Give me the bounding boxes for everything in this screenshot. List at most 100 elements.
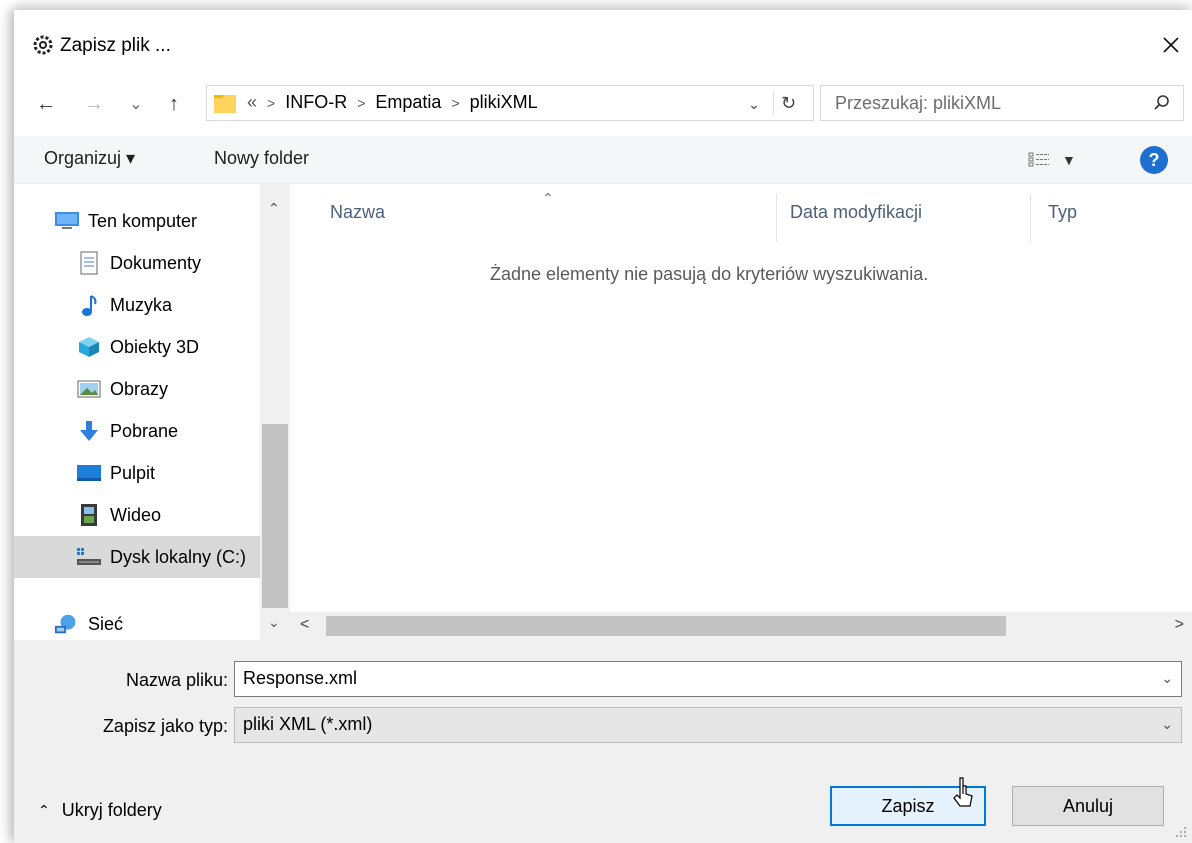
sidebar-item-label: Dokumenty [110, 252, 202, 273]
scroll-up-icon[interactable]: ⌃ [268, 200, 280, 217]
address-dropdown-button[interactable]: ⌄ [739, 92, 769, 116]
recent-locations-button[interactable]: ⌄ [122, 90, 150, 118]
sidebar-item-local-disk[interactable]: Dysk lokalny (C:) [14, 536, 260, 578]
chevron-down-icon: ⌄ [748, 95, 760, 112]
sidebar-item-label: Sieć [88, 613, 124, 634]
save-options-panel: Nazwa pliku: Response.xml ⌄ Zapisz jako … [14, 640, 1192, 843]
up-arrow-icon: ↑ [169, 92, 179, 115]
resize-grip-icon[interactable] [1174, 825, 1188, 839]
title-bar: Zapisz plik ... [14, 10, 1192, 76]
refresh-button[interactable]: ↻ [773, 91, 803, 115]
dialog-title: Zapisz plik ... [60, 35, 171, 56]
sidebar-item-music[interactable]: Muzyka [14, 284, 260, 326]
scroll-down-icon[interactable]: ⌄ [268, 614, 280, 631]
view-details-icon [1028, 152, 1049, 167]
sidebar-item-label: Obrazy [110, 378, 169, 399]
filename-label: Nazwa pliku: [125, 670, 228, 690]
search-placeholder: Przeszukaj: plikiXML [835, 93, 1002, 113]
search-input[interactable]: Przeszukaj: plikiXML [820, 85, 1184, 121]
sidebar-item-label: Muzyka [110, 294, 173, 315]
filetype-label: Zapisz jako typ: [102, 716, 228, 736]
sidebar-item-videos[interactable]: Wideo [14, 494, 260, 536]
column-header-type[interactable]: Typ [1048, 202, 1077, 223]
breadcrumb-separator-icon: > [357, 94, 366, 111]
column-divider[interactable] [776, 194, 777, 242]
organize-button[interactable]: Organizuj ▾ [44, 148, 135, 169]
chevron-up-icon: ⌃ [38, 802, 50, 818]
chevron-down-icon: ⌄ [129, 96, 143, 113]
sidebar-item-label: Wideo [110, 504, 162, 525]
sidebar-item-network[interactable]: Sieć [14, 608, 260, 640]
chevron-down-icon[interactable]: ⌄ [1161, 670, 1173, 687]
sidebar-item-downloads[interactable]: Pobrane [14, 410, 260, 452]
breadcrumb-info-r[interactable]: INFO-R [285, 92, 347, 113]
breadcrumb-empatia[interactable]: Empatia [375, 92, 441, 113]
sidebar-item-label: Ten komputer [88, 210, 198, 231]
sidebar-vertical-scrollbar[interactable]: ⌃ ⌄ [260, 184, 290, 640]
help-button[interactable]: ? [1140, 146, 1168, 174]
hide-folders-button[interactable]: ⌃ Ukryj foldery [38, 800, 162, 821]
breadcrumb: « > INFO-R > Empatia > plikiXML [247, 92, 538, 113]
scrollbar-thumb[interactable] [326, 616, 1006, 636]
search-icon[interactable] [1151, 92, 1173, 114]
change-view-button[interactable]: ▼ [1028, 148, 1094, 172]
help-icon: ? [1148, 149, 1160, 170]
sidebar-item-label: Dysk lokalny (C:) [110, 546, 247, 567]
save-file-dialog: Zapisz plik ... ← → ⌄ ↑ « > INFO-R > Emp… [14, 10, 1192, 843]
sidebar-item-label: Pobrane [110, 420, 179, 441]
command-toolbar: Organizuj ▾ Nowy folder ▼ ? [14, 136, 1192, 184]
forward-button[interactable]: → [80, 90, 108, 118]
empty-results-message: Żadne elementy nie pasują do kryteriów w… [490, 264, 929, 284]
column-header-date-modified[interactable]: Data modyfikacji [790, 202, 922, 223]
address-bar[interactable]: « > INFO-R > Empatia > plikiXML ⌄ ↻ [206, 85, 814, 121]
refresh-icon: ↻ [780, 92, 797, 113]
filename-field[interactable]: Response.xml ⌄ [234, 661, 1182, 697]
navigation-pane: Ten komputer Dokumenty Muzyka Obiekty 3D… [14, 184, 290, 640]
close-icon [1163, 37, 1179, 53]
local-disk-icon [76, 544, 102, 570]
file-list: ⌃ Nazwa Data modyfikacji Typ Żadne eleme… [290, 184, 1192, 640]
new-folder-button[interactable]: Nowy folder [214, 148, 309, 169]
breadcrumb-plikixml[interactable]: plikiXML [470, 92, 538, 113]
back-arrow-icon: ← [36, 92, 56, 115]
sidebar-item-this-pc[interactable]: Ten komputer [14, 200, 260, 242]
objects-3d-icon [76, 334, 102, 360]
cancel-button[interactable]: Anuluj [1012, 786, 1164, 826]
scroll-left-icon[interactable]: < [300, 616, 309, 634]
chevron-down-icon[interactable]: ⌄ [1161, 716, 1173, 733]
column-header-name[interactable]: Nazwa [330, 202, 385, 223]
mouse-pointer-icon [953, 777, 973, 807]
sidebar-item-label: Pulpit [110, 462, 156, 483]
breadcrumb-overflow[interactable]: « [247, 92, 257, 113]
filetype-value: pliki XML (*.xml) [243, 714, 373, 734]
scrollbar-thumb[interactable] [262, 424, 288, 608]
filetype-select[interactable]: pliki XML (*.xml) ⌄ [234, 707, 1182, 743]
scroll-right-icon[interactable]: > [1175, 616, 1184, 634]
music-icon [76, 292, 102, 318]
app-gear-icon [33, 35, 53, 55]
forward-arrow-icon: → [84, 92, 104, 115]
file-list-horizontal-scrollbar[interactable]: < > [290, 612, 1192, 640]
breadcrumb-separator-icon: > [267, 94, 276, 111]
computer-icon [54, 208, 80, 234]
caret-down-icon: ▼ [1062, 152, 1076, 168]
up-button[interactable]: ↑ [160, 90, 188, 118]
sidebar-item-3d-objects[interactable]: Obiekty 3D [14, 326, 260, 368]
sidebar-item-pictures[interactable]: Obrazy [14, 368, 260, 410]
column-divider[interactable] [1030, 194, 1031, 242]
hide-folders-label: Ukryj foldery [61, 800, 162, 820]
pictures-icon [76, 376, 102, 402]
sidebar-item-label: Obiekty 3D [110, 336, 200, 357]
filename-value: Response.xml [243, 668, 358, 688]
sidebar-item-desktop[interactable]: Pulpit [14, 452, 260, 494]
close-button[interactable] [1150, 24, 1192, 66]
downloads-icon [76, 418, 102, 444]
breadcrumb-separator-icon: > [451, 94, 460, 111]
network-icon [54, 611, 80, 637]
sidebar-item-documents[interactable]: Dokumenty [14, 242, 260, 284]
documents-icon [76, 250, 102, 276]
desktop-icon [76, 460, 102, 486]
back-button[interactable]: ← [32, 90, 60, 118]
sort-ascending-icon: ⌃ [542, 190, 554, 206]
video-icon [76, 502, 102, 528]
